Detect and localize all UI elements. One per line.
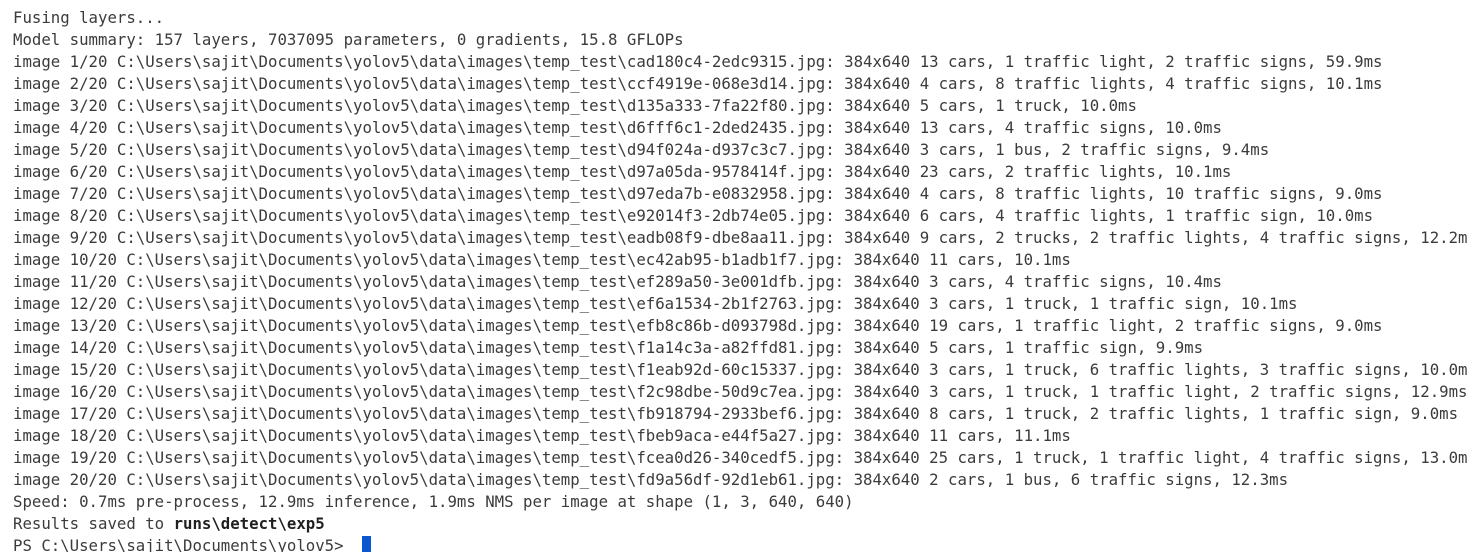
output-line: image 20/20 C:\Users\sajit\Documents\yol… <box>13 470 1289 489</box>
output-line: image 5/20 C:\Users\sajit\Documents\yolo… <box>13 140 1270 159</box>
results-prefix: Results saved to <box>13 514 174 533</box>
prompt-text: PS C:\Users\sajit\Documents\yolov5> <box>13 536 354 552</box>
fusing-layers-line: Fusing layers... <box>13 8 174 27</box>
command-prompt-line[interactable]: PS C:\Users\sajit\Documents\yolov5> <box>13 535 372 552</box>
output-line: image 9/20 C:\Users\sajit\Documents\yolo… <box>13 228 1467 247</box>
text-cursor <box>362 536 372 552</box>
output-line: image 2/20 C:\Users\sajit\Documents\yolo… <box>13 74 1383 93</box>
output-line: image 19/20 C:\Users\sajit\Documents\yol… <box>13 448 1467 467</box>
output-line: image 7/20 C:\Users\sajit\Documents\yolo… <box>13 184 1383 203</box>
terminal-panel[interactable]: Fusing layers... Model summary: 157 laye… <box>0 0 1467 552</box>
output-line: image 8/20 C:\Users\sajit\Documents\yolo… <box>13 206 1374 225</box>
output-line: image 13/20 C:\Users\sajit\Documents\yol… <box>13 316 1383 335</box>
output-line: image 11/20 C:\Users\sajit\Documents\yol… <box>13 272 1222 291</box>
speed-line: Speed: 0.7ms pre-process, 12.9ms inferen… <box>13 492 854 511</box>
results-path: runs\detect\exp5 <box>173 514 325 533</box>
output-line: image 12/20 C:\Users\sajit\Documents\yol… <box>13 294 1298 313</box>
output-line: image 10/20 C:\Users\sajit\Documents\yol… <box>13 250 1071 269</box>
results-line: Results saved to runs\detect\exp5 <box>13 513 325 535</box>
output-line: image 6/20 C:\Users\sajit\Documents\yolo… <box>13 162 1232 181</box>
output-line: image 15/20 C:\Users\sajit\Documents\yol… <box>13 360 1467 379</box>
output-line: image 16/20 C:\Users\sajit\Documents\yol… <box>13 382 1467 401</box>
output-line: image 4/20 C:\Users\sajit\Documents\yolo… <box>13 118 1222 137</box>
output-line: image 14/20 C:\Users\sajit\Documents\yol… <box>13 338 1204 357</box>
output-line: image 18/20 C:\Users\sajit\Documents\yol… <box>13 426 1071 445</box>
output-line: image 1/20 C:\Users\sajit\Documents\yolo… <box>13 52 1383 71</box>
model-summary-line: Model summary: 157 layers, 7037095 param… <box>13 30 684 49</box>
output-line: image 3/20 C:\Users\sajit\Documents\yolo… <box>13 96 1137 115</box>
output-line: image 17/20 C:\Users\sajit\Documents\yol… <box>13 404 1459 423</box>
